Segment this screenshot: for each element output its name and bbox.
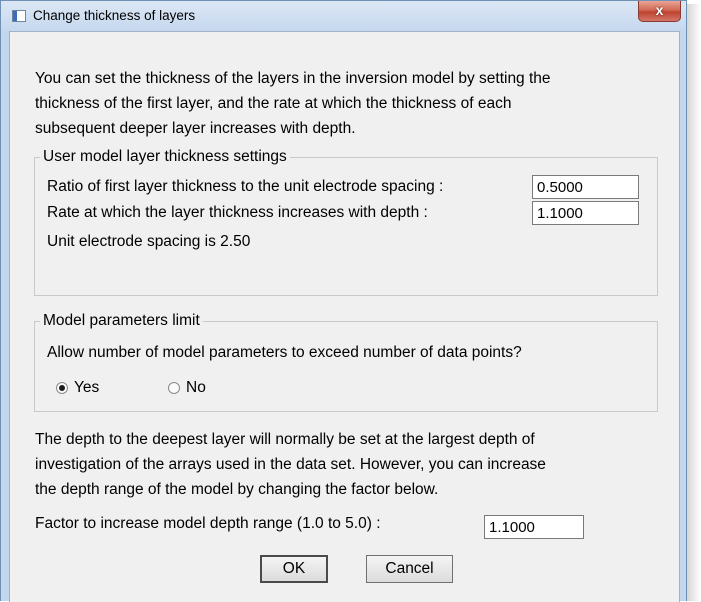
electrode-spacing-text: Unit electrode spacing is 2.50	[47, 233, 251, 250]
rate-input[interactable]	[532, 201, 639, 225]
rate-label: Rate at which the layer thickness increa…	[47, 204, 428, 221]
depth-line-3: the depth range of the model by changing…	[35, 481, 439, 498]
window-shadow	[687, 4, 701, 601]
factor-label: Factor to increase model depth range (1.…	[35, 515, 381, 532]
no-radio-label[interactable]: No	[186, 378, 206, 398]
yes-radio-label[interactable]: Yes	[74, 378, 99, 398]
dialog-window: Change thickness of layers x You can set…	[0, 0, 687, 602]
app-window-icon	[12, 10, 26, 22]
close-button[interactable]: x	[638, 1, 681, 22]
dialog-client-area: You can set the thickness of the layers …	[9, 31, 680, 602]
yes-radio[interactable]	[56, 382, 68, 394]
title-bar[interactable]: Change thickness of layers x	[1, 1, 686, 31]
model-parameters-legend: Model parameters limit	[40, 311, 203, 331]
depth-line-1: The depth to the deepest layer will norm…	[35, 431, 535, 448]
thickness-settings-legend: User model layer thickness settings	[40, 147, 290, 167]
model-parameters-group	[34, 321, 658, 412]
ok-button[interactable]: OK	[260, 555, 328, 583]
intro-line-2: thickness of the first layer, and the ra…	[35, 95, 512, 112]
close-icon: x	[655, 2, 664, 18]
intro-line-3: subsequent deeper layer increases with d…	[35, 120, 356, 137]
window-title: Change thickness of layers	[33, 8, 196, 23]
ratio-input[interactable]	[532, 175, 639, 199]
no-radio[interactable]	[168, 382, 180, 394]
ratio-label: Ratio of first layer thickness to the un…	[47, 178, 444, 195]
depth-line-2: investigation of the arrays used in the …	[35, 456, 546, 473]
intro-line-1: You can set the thickness of the layers …	[35, 70, 551, 87]
cancel-button[interactable]: Cancel	[366, 555, 453, 583]
factor-input[interactable]	[484, 515, 584, 539]
parameters-question: Allow number of model parameters to exce…	[47, 344, 522, 361]
